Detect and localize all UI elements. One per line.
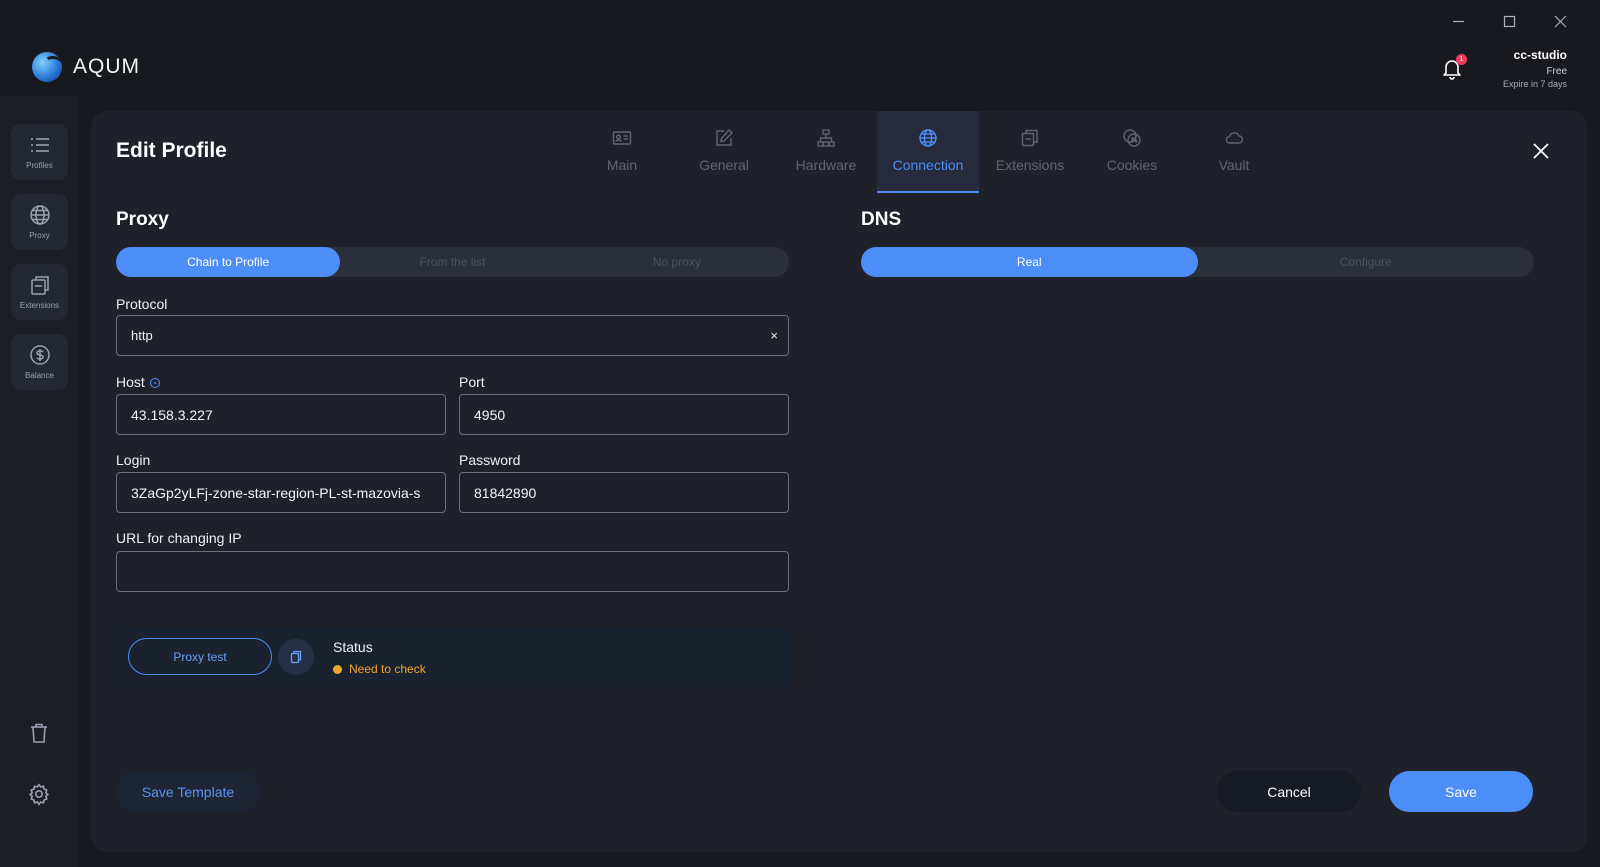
tab-label: Connection [892,157,964,173]
tab-main[interactable]: Main [571,111,673,193]
list-icon [30,138,49,152]
change-ip-url-label: URL for changing IP [116,530,242,546]
plan-expiry: Expire in 7 days [1502,79,1567,89]
tab-label: General [699,157,749,173]
change-ip-url-input[interactable] [116,551,789,592]
status-indicator: Need to check [333,662,426,676]
tab-label: Vault [1218,157,1250,173]
edit-icon [716,128,733,146]
globe-icon [29,205,50,225]
trash-icon [31,723,47,743]
status-text: Need to check [349,662,426,676]
copy-button[interactable] [278,639,314,675]
info-icon[interactable] [149,378,160,388]
host-value: 43.158.3.227 [131,406,213,423]
extensions-icon [30,276,49,295]
tab-label: Main [606,157,638,173]
close-panel-button[interactable] [1531,141,1551,161]
sidebar-item-label: Proxy [29,231,50,240]
dns-section-title: DNS [861,209,902,230]
tab-label: Extensions [995,157,1065,173]
login-value: 3ZaGp2yLFj-zone-star-region-PL-st-mazovi… [131,484,421,501]
save-template-button[interactable]: Save Template [116,771,260,812]
host-input[interactable]: 43.158.3.227 [116,394,446,435]
sidebar-item-balance[interactable]: Balance [11,334,68,390]
sidebar: Profiles Proxy Extensions Balance [0,96,78,867]
login-label: Login [116,452,151,468]
close-icon [1554,15,1567,27]
port-input[interactable]: 4950 [459,394,789,435]
cookie-icon [1123,129,1141,147]
sidebar-item-extensions[interactable]: Extensions [11,264,68,320]
password-value: 81842890 [474,484,537,501]
password-label: Password [459,452,521,468]
save-button[interactable]: Save [1389,771,1533,812]
status-title: Status [333,639,373,655]
tab-vault[interactable]: Vault [1183,111,1285,193]
sidebar-item-label: Extensions [19,301,60,310]
window-controls [1433,10,1586,32]
user-name: cc-studio [1513,48,1567,62]
minimize-icon [1453,20,1464,22]
dns-mode-real[interactable]: Real [861,247,1198,277]
sidebar-item-label: Profiles [26,161,53,170]
settings-button[interactable] [27,782,51,806]
tab-cookies[interactable]: Cookies [1081,111,1183,193]
status-dot-icon [333,664,342,674]
app-brand: AQUM [32,52,140,82]
proxy-status-box: Proxy test Status Need to check [116,627,789,687]
sidebar-item-proxy[interactable]: Proxy [11,194,68,250]
tab-connection[interactable]: Connection [877,111,979,193]
tab-general[interactable]: General [673,111,775,193]
clear-protocol-icon[interactable]: × [770,328,778,343]
trash-button[interactable] [27,721,51,745]
host-label-text: Host [116,374,145,390]
app-name: AQUM [73,55,140,78]
proxy-mode-chain-to-profile[interactable]: Chain to Profile [116,247,341,277]
id-card-icon [612,131,632,145]
dns-mode-configure[interactable]: Configure [1198,247,1535,277]
proxy-test-button[interactable]: Proxy test [128,638,272,675]
hardware-icon [817,129,835,147]
app-logo-icon [32,52,62,82]
proxy-mode-no-proxy[interactable]: No proxy [565,247,789,277]
edit-profile-panel: Edit Profile Main General Hardware Conne… [91,111,1587,852]
window-close-button[interactable] [1535,10,1586,32]
sidebar-item-label: Balance [25,371,54,380]
page-title: Edit Profile [116,139,227,162]
dns-mode-selector: Real Configure [861,247,1534,277]
port-value: 4950 [474,406,506,423]
tab-bar: Main General Hardware Connection Extensi… [571,111,1285,193]
maximize-button[interactable] [1484,10,1535,32]
protocol-select[interactable]: http × [116,315,789,356]
sidebar-item-profiles[interactable]: Profiles [11,124,68,180]
proxy-mode-selector: Chain to Profile From the list No proxy [116,247,789,277]
globe-icon [919,129,937,147]
extensions-icon [1021,129,1038,147]
password-input[interactable]: 81842890 [459,472,789,513]
host-label: Host [116,374,160,390]
user-plan: Free [1546,66,1567,77]
tab-extensions[interactable]: Extensions [979,111,1081,193]
tab-label: Cookies [1106,157,1158,173]
cloud-icon [1225,132,1244,144]
tab-label: Hardware [795,157,857,173]
proxy-mode-from-list[interactable]: From the list [340,247,564,277]
port-label: Port [459,374,485,390]
notification-badge: 1 [1456,54,1467,65]
protocol-label: Protocol [116,296,168,312]
user-account[interactable]: cc-studio Free Expire in 7 days [1503,48,1567,89]
protocol-value: http [131,328,153,343]
notifications-button[interactable]: 1 [1440,54,1467,82]
proxy-section-title: Proxy [116,209,169,230]
copy-icon [290,650,302,664]
cancel-button[interactable]: Cancel [1217,771,1361,812]
close-icon [1533,143,1549,159]
login-input[interactable]: 3ZaGp2yLFj-zone-star-region-PL-st-mazovi… [116,472,446,513]
gear-icon [29,783,49,806]
dollar-icon [29,345,50,365]
maximize-icon [1503,15,1516,27]
minimize-button[interactable] [1433,10,1484,32]
tab-hardware[interactable]: Hardware [775,111,877,193]
